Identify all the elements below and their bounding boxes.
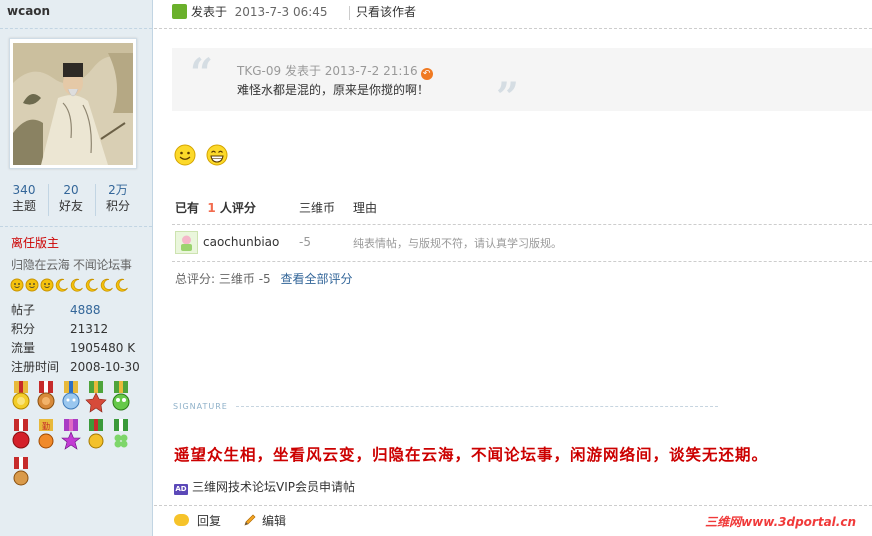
- rating-count: 已有 1 人评分: [175, 201, 256, 215]
- divider: [154, 28, 872, 29]
- rating-header: 已有 1 人评分 三维币 理由: [175, 199, 872, 223]
- view-all-ratings-link[interactable]: 查看全部评分: [281, 272, 353, 286]
- rating-total: 总评分: 三维币 -5 查看全部评分: [175, 272, 353, 286]
- quote-block: “ TKG-09 发表于 2013-7-2 21:16 ↶ 难怪水都是混的，原来是…: [172, 48, 872, 118]
- rater-name[interactable]: caochunbiao: [203, 235, 279, 249]
- moon-icon: [100, 278, 113, 292]
- divider: [154, 505, 872, 506]
- info-row-points: 积分 21312: [11, 322, 109, 336]
- medal-icon[interactable]: 勤: [35, 419, 57, 451]
- medal-icon[interactable]: [10, 381, 32, 413]
- quote-open-icon: “: [190, 50, 214, 97]
- quote-meta: TKG-09 发表于 2013-7-2 21:16 ↶: [237, 62, 433, 80]
- avatar-frame[interactable]: [9, 38, 137, 169]
- info-row-posts: 帖子 4888: [11, 301, 151, 320]
- medal-icon[interactable]: [60, 381, 82, 413]
- signature-text: 遥望众生相，坐看风云变，归隐在云海，不闻论坛事，闲游网络间，谈笑无还期。: [174, 445, 769, 464]
- user-info: 帖子 4888 积分 21312 流量 1905480 K 注册时间 2008-…: [11, 301, 151, 377]
- username[interactable]: wcaon: [7, 4, 50, 18]
- sun-icon: [40, 278, 54, 292]
- posts-count-link[interactable]: 4888: [70, 301, 101, 320]
- medal-icon[interactable]: [10, 419, 32, 451]
- avatar[interactable]: [13, 43, 133, 165]
- moon-icon: [70, 278, 83, 292]
- post-main: 发表于 2013-7-3 06:45 只看该作者 “ TKG-09 发表于 20…: [154, 0, 872, 536]
- divider: [349, 6, 350, 20]
- user-stats: 340 主题 20 好友 2万 积分: [0, 182, 152, 218]
- moon-icon: [55, 278, 68, 292]
- medal-icon[interactable]: [85, 381, 107, 413]
- edit-button[interactable]: 编辑: [243, 512, 286, 530]
- user-role[interactable]: 离任版主: [11, 234, 59, 251]
- user-sidebar: wcaon 340 主题 20 好友 2万 积分 离任版主 归隐在云海 不闻论坛…: [0, 0, 153, 536]
- sun-icon: [10, 278, 24, 292]
- reply-button[interactable]: 回复: [174, 512, 221, 530]
- divider: [236, 406, 718, 407]
- stat-friends[interactable]: 20 好友: [49, 182, 93, 214]
- user-motto: 归隐在云海 不闻论坛事: [11, 258, 132, 272]
- quote-text: 难怪水都是混的，原来是你搅的啊！: [237, 83, 430, 97]
- signature-label: SIGNATURE: [173, 402, 228, 411]
- svg-text:勤: 勤: [42, 421, 50, 431]
- moon-icon: [85, 278, 98, 292]
- pencil-icon: [244, 514, 256, 526]
- stat-topics[interactable]: 340 主题: [2, 182, 46, 214]
- medal-icon[interactable]: [35, 381, 57, 413]
- rater-reason: 纯表情帖，与版规不符，请认真学习版规。: [353, 237, 562, 250]
- only-author-link[interactable]: 只看该作者: [356, 3, 416, 21]
- medal-icon[interactable]: [10, 457, 32, 489]
- signature-ad: AD 三维网技术论坛VIP会员申请帖: [174, 478, 355, 495]
- info-row-registered: 注册时间 2008-10-30: [11, 360, 140, 374]
- quote-close-icon: ”: [496, 74, 520, 121]
- info-row-traffic: 流量 1905480 K: [11, 341, 136, 355]
- divider: [0, 28, 152, 29]
- quote-author[interactable]: TKG-09: [237, 64, 281, 78]
- back-arrow-icon[interactable]: ↶: [420, 68, 433, 80]
- rating-col-currency: 三维币: [299, 201, 336, 215]
- divider: [0, 226, 152, 227]
- vip-apply-link[interactable]: 三维网技术论坛VIP会员申请帖: [192, 480, 355, 494]
- rater-avatar[interactable]: [175, 231, 198, 254]
- smile-emoji-icon: [174, 144, 196, 166]
- grin-emoji-icon: [206, 144, 228, 166]
- ad-badge-icon: AD: [174, 484, 188, 495]
- medal-icon[interactable]: [60, 419, 82, 451]
- divider: [172, 224, 872, 225]
- medal-icon[interactable]: [85, 419, 107, 451]
- divider: [172, 261, 872, 262]
- post-time: 发表于 2013-7-3 06:45: [191, 5, 328, 19]
- medal-icon[interactable]: [110, 381, 132, 413]
- sun-icon: [25, 278, 39, 292]
- reply-icon: [174, 514, 189, 526]
- rater-score: -5: [299, 235, 311, 249]
- user-online-icon: [172, 4, 187, 19]
- quote-time: 2013-7-2 21:16: [324, 64, 418, 78]
- rating-row: caochunbiao -5 纯表情帖，与版规不符，请认真学习版规。: [175, 231, 872, 255]
- rating-col-reason: 理由: [353, 201, 378, 215]
- moon-icon: [115, 278, 128, 292]
- stat-points[interactable]: 2万 积分: [96, 182, 140, 214]
- site-watermark: 三维网www.3dportal.cn: [705, 515, 856, 529]
- medal-icon[interactable]: [110, 419, 132, 451]
